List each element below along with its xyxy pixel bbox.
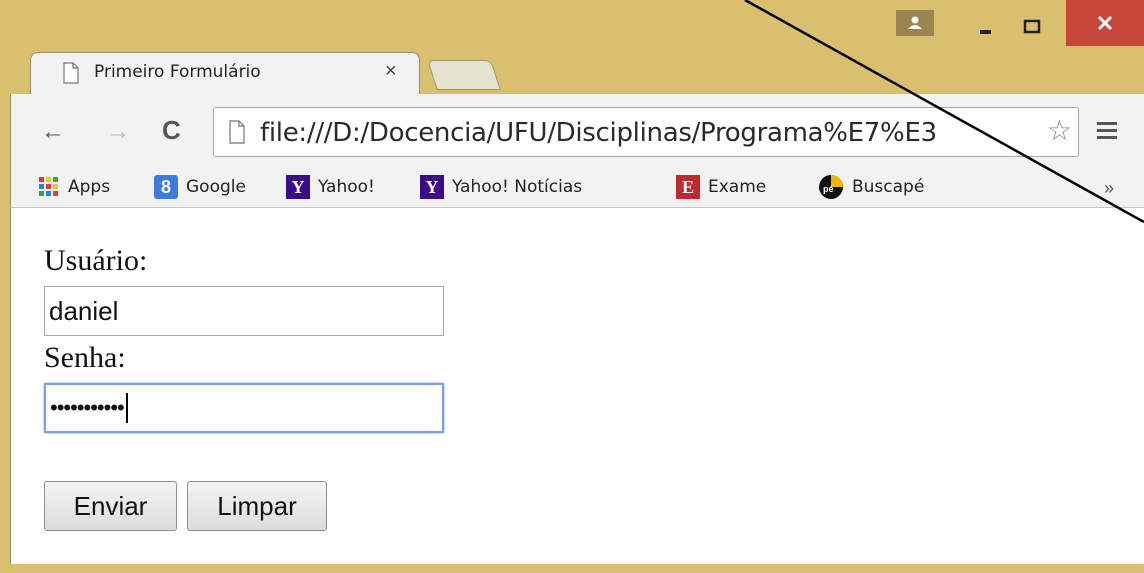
bookmark-label: Exame	[708, 177, 767, 197]
new-tab-button[interactable]	[427, 60, 501, 90]
close-window-button[interactable]	[1066, 0, 1144, 46]
url-text: file:///D:/Docencia/UFU/Disciplinas/Prog…	[260, 118, 937, 148]
bookmark-label: Apps	[68, 177, 111, 197]
menu-button[interactable]	[1096, 120, 1118, 145]
yahoo-icon: Y	[286, 175, 310, 199]
username-value: daniel	[49, 295, 119, 326]
forward-icon[interactable]: →	[106, 118, 130, 146]
bookmark-yahoo[interactable]: Y Yahoo!	[286, 174, 375, 200]
tab-close-icon[interactable]: ×	[385, 60, 397, 83]
bookmarks-overflow-icon[interactable]: »	[1104, 178, 1114, 199]
close-icon	[1097, 15, 1113, 31]
address-bar[interactable]: file:///D:/Docencia/UFU/Disciplinas/Prog…	[213, 107, 1079, 157]
maximize-button[interactable]	[1012, 8, 1052, 46]
window-bottom-edge	[0, 564, 1144, 573]
password-value: •••••••••••	[50, 395, 125, 420]
page-icon	[229, 120, 245, 144]
exame-icon: E	[676, 175, 700, 199]
password-label: Senha:	[44, 341, 126, 374]
apps-grid-icon	[39, 177, 58, 196]
minimize-icon	[980, 30, 991, 34]
bookmark-yahoo-noticias[interactable]: Y Yahoo! Notícias	[420, 174, 582, 200]
bookmark-exame[interactable]: E Exame	[676, 174, 766, 200]
maximize-icon	[1023, 19, 1041, 34]
reload-icon[interactable]: C	[162, 115, 181, 146]
bookmark-google[interactable]: 8 Google	[154, 174, 246, 200]
back-icon[interactable]: ←	[41, 118, 65, 146]
user-profile-button[interactable]	[896, 10, 934, 36]
password-input[interactable]: •••••••••••	[44, 383, 444, 433]
username-label: Usuário:	[44, 244, 148, 277]
bookmark-label: Google	[186, 177, 246, 197]
reset-button[interactable]: Limpar	[187, 481, 327, 531]
hamburger-icon	[1097, 122, 1117, 139]
svg-text:pé: pé	[823, 184, 834, 194]
yahoo-icon: Y	[420, 175, 444, 199]
tab-title: Primeiro Formulário	[94, 62, 261, 82]
page-icon	[63, 62, 79, 84]
google-icon: 8	[154, 175, 178, 199]
bookmark-label: Yahoo!	[318, 177, 375, 197]
minimize-button[interactable]	[966, 8, 1006, 46]
bookmark-star-icon[interactable]: ☆	[1042, 114, 1072, 147]
bookmark-label: Buscapé	[852, 177, 925, 197]
buscape-icon: pé	[819, 175, 843, 199]
bookmark-label: Yahoo! Notícias	[452, 177, 583, 197]
username-input[interactable]: daniel	[44, 286, 444, 336]
user-icon	[908, 16, 922, 29]
bookmark-apps[interactable]: Apps	[38, 174, 110, 200]
text-caret	[125, 393, 128, 423]
submit-button[interactable]: Enviar	[44, 481, 177, 531]
bookmark-buscape[interactable]: pé Buscapé	[818, 174, 924, 200]
